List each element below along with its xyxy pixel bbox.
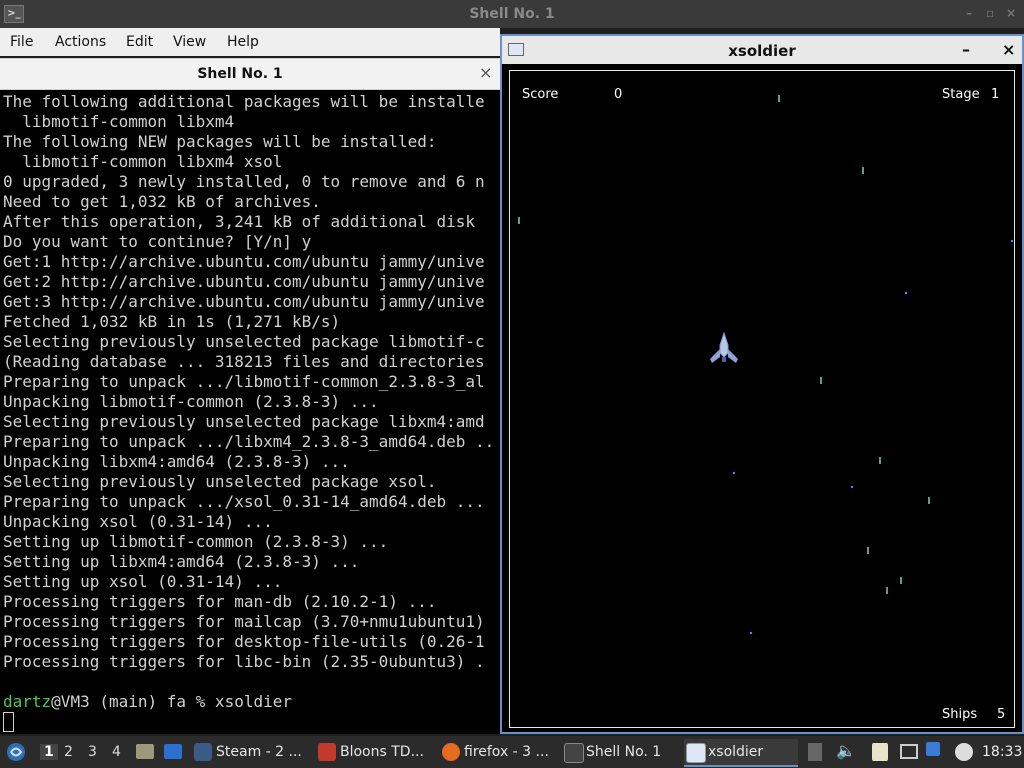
clock[interactable]: 18:33	[982, 744, 1022, 760]
prompt-command: @VM3 (main) fa % xsoldier	[51, 692, 292, 711]
menu-file[interactable]: File	[10, 34, 33, 50]
terminal-line: Fetched 1,032 kB in 1s (1,271 kB/s)	[3, 312, 341, 331]
workspace-2[interactable]: 2	[64, 744, 73, 760]
terminal-window-title: Shell No. 1	[469, 6, 555, 22]
close-icon[interactable]: ×	[1006, 6, 1016, 20]
file-manager-icon[interactable]	[136, 744, 154, 759]
terminal-line: Preparing to unpack .../libxm4_2.3.8-3_a…	[3, 432, 495, 451]
bloons-icon	[318, 743, 336, 761]
terminal-output[interactable]: The following additional packages will b…	[0, 90, 500, 734]
terminal-line: After this operation, 3,241 kB of additi…	[3, 212, 485, 231]
terminal-cursor	[3, 712, 14, 732]
tab-close-icon[interactable]: ×	[479, 63, 492, 82]
app-menu-icon[interactable]	[6, 742, 26, 762]
terminal-tabbar: Shell No. 1 ×	[0, 58, 500, 90]
game-sprites	[518, 95, 1014, 635]
workspace-1[interactable]: 1	[40, 744, 58, 760]
firefox-icon	[442, 743, 460, 761]
close-icon[interactable]: ×	[1002, 40, 1015, 59]
terminal-line: Preparing to unpack .../xsol_0.31-14_amd…	[3, 492, 485, 511]
terminal-line: Unpacking xsol (0.31-14) ...	[3, 512, 273, 531]
terminal-line: Setting up libmotif-common (2.3.8-3) ...	[3, 532, 389, 551]
terminal-titlebar[interactable]: >_ Shell No. 1 – ▫ ×	[0, 0, 1024, 28]
minimize-icon[interactable]: –	[966, 6, 972, 20]
terminal-line: Get:1 http://archive.ubuntu.com/ubuntu j…	[3, 252, 485, 271]
terminal-line: Processing triggers for libc-bin (2.35-0…	[3, 652, 485, 671]
terminal-line: Selecting previously unselected package …	[3, 472, 437, 491]
xsoldier-window-title: xsoldier	[728, 42, 796, 60]
terminal-line: Unpacking libmotif-common (2.3.8-3) ...	[3, 392, 379, 411]
terminal-line: Do you want to continue? [Y/n] y	[3, 232, 312, 251]
update-notifier-icon[interactable]	[926, 742, 940, 756]
terminal-line: libmotif-common libxm4 xsol	[3, 152, 283, 171]
game-playfield[interactable]: Score 0 Stage 1 Ships 5	[509, 70, 1015, 728]
steam-icon	[194, 743, 212, 761]
prompt-user: dartz	[3, 692, 52, 711]
scroll-icon[interactable]	[808, 743, 822, 761]
task-firefox[interactable]: firefox - 3 ...	[440, 739, 558, 765]
minimize-icon[interactable]: –	[962, 40, 970, 59]
terminal-line: Unpacking libxm4:amd64 (2.3.8-3) ...	[3, 452, 350, 471]
task-bloons[interactable]: Bloons TD...	[316, 739, 434, 765]
terminal-line: The following additional packages will b…	[3, 92, 485, 111]
menu-edit[interactable]: Edit	[126, 34, 153, 50]
terminal-line: Get:2 http://archive.ubuntu.com/ubuntu j…	[3, 272, 485, 291]
menu-help[interactable]: Help	[227, 34, 259, 50]
xsoldier-window[interactable]: xsoldier – × Score 0 Stage 1 Ships 5	[500, 34, 1024, 734]
show-desktop-icon[interactable]	[164, 744, 182, 759]
terminal-line: (Reading database ... 318213 files and d…	[3, 352, 485, 371]
menu-view[interactable]: View	[173, 34, 206, 50]
network-icon[interactable]	[900, 744, 918, 759]
menu-actions[interactable]: Actions	[55, 34, 106, 50]
workspace-3[interactable]: 3	[88, 744, 97, 760]
terminal-prompt-line: dartz@VM3 (main) fa % xsoldier	[3, 692, 292, 712]
terminal-line: Need to get 1,032 kB of archives.	[3, 192, 321, 211]
star-particle-icon	[732, 239, 1014, 635]
player-ship-icon	[710, 331, 738, 363]
terminal-line: The following NEW packages will be insta…	[3, 132, 437, 151]
terminal-line: 0 upgraded, 3 newly installed, 0 to remo…	[3, 172, 485, 191]
task-steam[interactable]: Steam - 2 ...	[192, 739, 310, 765]
task-shell[interactable]: Shell No. 1	[562, 739, 680, 765]
terminal-line: libmotif-common libxm4	[3, 112, 235, 131]
taskbar: 1 2 3 4 Steam - 2 ... Bloons TD... firef…	[0, 736, 1024, 768]
terminal-line: Selecting previously unselected package …	[3, 332, 485, 351]
terminal-icon	[564, 743, 584, 763]
xsoldier-titlebar[interactable]: xsoldier – ×	[502, 36, 1022, 64]
task-xsoldier[interactable]: xsoldier	[684, 739, 798, 767]
maximize-icon[interactable]: ▫	[986, 6, 994, 20]
tab-shell-1[interactable]: Shell No. 1	[0, 66, 480, 82]
terminal-line: Processing triggers for mailcap (3.70+nm…	[3, 612, 485, 631]
terminal-line: Processing triggers for man-db (2.10.2-1…	[3, 592, 437, 611]
terminal-line: Setting up xsol (0.31-14) ...	[3, 572, 283, 591]
volume-icon[interactable]: 🔈	[836, 741, 856, 760]
window-icon	[686, 743, 706, 763]
steam-tray-icon[interactable]	[955, 743, 973, 761]
terminal-line: Selecting previously unselected package …	[3, 412, 485, 431]
terminal-line: Processing triggers for desktop-file-uti…	[3, 632, 485, 651]
clipboard-icon[interactable]	[872, 743, 888, 761]
terminal-line: Setting up libxm4:amd64 (2.3.8-3) ...	[3, 552, 360, 571]
workspace-4[interactable]: 4	[112, 744, 121, 760]
terminal-line: Get:3 http://archive.ubuntu.com/ubuntu j…	[3, 292, 485, 311]
terminal-menubar: File Actions Edit View Help	[0, 28, 500, 56]
terminal-line: Preparing to unpack .../libmotif-common_…	[3, 372, 485, 391]
